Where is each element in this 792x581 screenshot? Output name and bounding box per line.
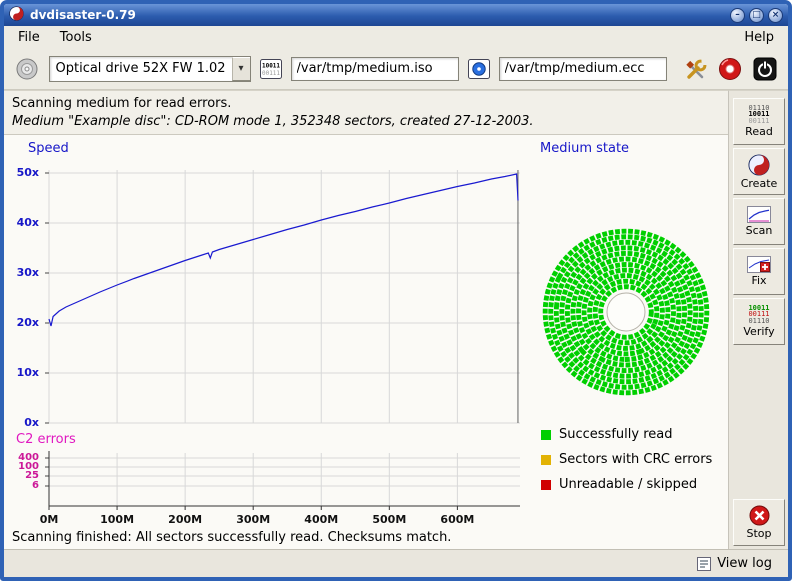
c2-chart-plot [49,449,520,511]
verify-button-label: Verify [743,325,774,338]
legend-item-success: Successfully read [541,427,672,442]
maximize-button[interactable]: □ [749,8,764,23]
verify-binary-icon: 10011 00111 01110 [748,305,769,325]
create-button-label: Create [741,177,778,190]
app-icon [9,6,24,25]
drive-icon [15,57,39,81]
close-button[interactable]: × [768,8,783,23]
fix-icon [747,256,771,273]
legend-item-unreadable: Unreadable / skipped [541,477,697,492]
ecc-file-icon [467,58,491,80]
scan-button[interactable]: Scan [733,198,785,245]
toolbar: Optical drive 52X FW 1.02 ▾ 10011 00111 [4,48,788,90]
iso-file-icon: 10011 00111 [259,58,283,80]
c2-y-axis-labels: 400100256 [4,449,44,511]
legend-label: Unreadable / skipped [559,477,697,492]
speed-y-axis-labels: 0x10x20x30x40x50x [4,158,44,424]
legend-item-crc: Sectors with CRC errors [541,452,712,467]
medium-state-disc [537,223,715,401]
menu-file[interactable]: File [10,28,48,47]
view-log-button[interactable]: View log [691,554,778,573]
power-icon [753,57,777,81]
read-button-label: Read [745,125,773,138]
speed-chart-plot [49,158,520,423]
preferences-button[interactable] [683,54,710,84]
chevron-down-icon: ▾ [232,57,250,81]
action-sidebar: 01110 10011 00111 Read Create Scan [728,90,788,549]
status-line-2: Medium "Example disc": CD-ROM mode 1, 35… [12,114,780,129]
drive-selector-value: Optical drive 52X FW 1.02 [50,57,232,81]
scan-result-text: Scanning finished: All sectors successfu… [12,530,451,545]
iso-path-input[interactable] [291,57,459,81]
status-line-1: Scanning medium for read errors. [12,96,780,111]
stop-button-label: Stop [746,527,771,540]
drive-eject-button[interactable] [14,54,41,84]
menu-tools[interactable]: Tools [52,28,100,47]
chart-panel: Speed 0x10x20x30x40x50x C2 errors 400100… [4,134,728,549]
speed-chart-title: Speed [28,141,69,156]
stop-icon [749,505,770,526]
titlebar[interactable]: dvdisaster-0.79 – □ × [4,4,788,26]
legend-swatch-green [541,430,551,440]
create-button[interactable]: Create [733,148,785,195]
yin-yang-icon [748,154,770,176]
legend-label: Sectors with CRC errors [559,452,712,467]
drive-selector[interactable]: Optical drive 52X FW 1.02 ▾ [49,56,251,82]
wrench-icon [684,57,708,81]
svg-text:10011: 10011 [261,62,279,69]
c2-chart-title: C2 errors [16,432,76,447]
verify-button[interactable]: 10011 00111 01110 Verify [733,298,785,345]
status-header: Scanning medium for read errors. Medium … [4,90,788,134]
scan-chart-icon [747,206,771,223]
window-title: dvdisaster-0.79 [30,8,136,22]
legend-swatch-red [541,480,551,490]
stop-button[interactable]: Stop [733,499,785,546]
fix-button-label: Fix [751,274,766,287]
red-disc-icon [718,57,742,81]
quit-button[interactable] [752,54,779,84]
x-axis-labels: 0M100M200M300M400M500M600M [49,513,520,527]
menubar: File Tools Help [4,26,788,48]
about-button[interactable] [717,54,744,84]
app-window: dvdisaster-0.79 – □ × File Tools Help Op… [0,0,792,581]
minimize-button[interactable]: – [730,8,745,23]
medium-state-title: Medium state [540,141,629,156]
legend-label: Successfully read [559,427,672,442]
scan-button-label: Scan [746,224,773,237]
bottom-bar: View log [4,549,788,577]
legend-swatch-yellow [541,455,551,465]
log-icon [697,557,711,571]
read-button[interactable]: 01110 10011 00111 Read [733,98,785,145]
menu-help[interactable]: Help [736,28,782,47]
fix-button[interactable]: Fix [733,248,785,295]
view-log-label: View log [717,556,772,571]
svg-text:00111: 00111 [261,70,279,77]
binary-icon: 01110 10011 00111 [748,105,769,125]
ecc-path-input[interactable] [499,57,667,81]
